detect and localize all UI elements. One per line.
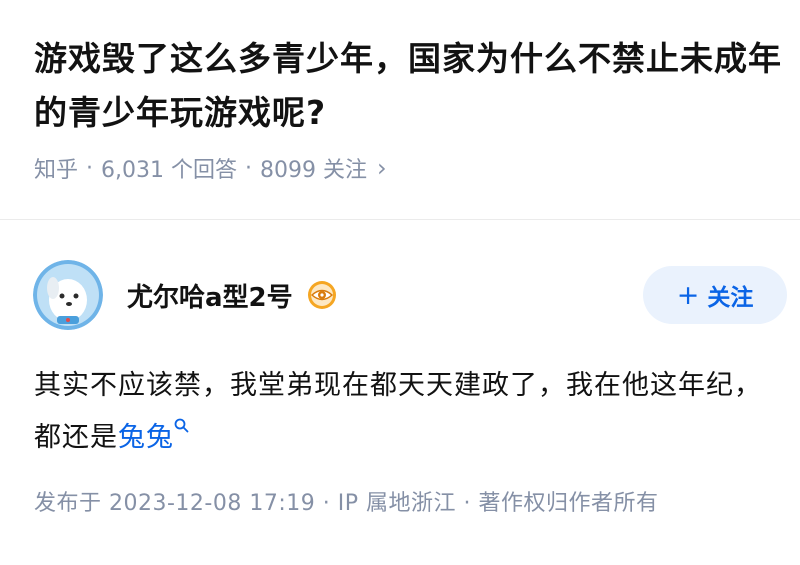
answer-content: 其实不应该禁，我堂弟现在都天天建政了，我在他这年纪，都还是兔兔 [34, 360, 774, 464]
plus-icon: + [676, 279, 700, 311]
answer-footer: 发布于 2023-12-08 17:19 · IP 属地浙江 · 著作权归作者所… [34, 491, 659, 516]
author-row: 尤尔哈a型2号 + 关注 [33, 260, 793, 330]
section-divider [0, 219, 800, 220]
source-label: 知乎 [34, 158, 79, 183]
answer-count: 6,031 个回答 [101, 158, 237, 183]
keyword-search-link[interactable]: 兔兔 [118, 422, 174, 453]
follow-label: 关注 [707, 285, 754, 311]
meta-separator: · [86, 155, 94, 181]
follow-button[interactable]: + 关注 [643, 266, 787, 324]
author-name[interactable]: 尤尔哈a型2号 [127, 277, 293, 314]
cartoon-dog-avatar-icon [33, 260, 103, 330]
avatar[interactable] [33, 260, 103, 330]
question-title[interactable]: 游戏毁了这么多青少年，国家为什么不禁止未成年的青少年玩游戏呢? [34, 32, 794, 140]
question-header: 游戏毁了这么多青少年，国家为什么不禁止未成年的青少年玩游戏呢? 知乎 · 6,0… [34, 32, 794, 184]
question-meta[interactable]: 知乎 · 6,031 个回答 · 8099 关注 › [34, 152, 794, 184]
follower-count: 8099 关注 [260, 158, 367, 183]
search-icon[interactable] [174, 418, 189, 433]
eye-badge-icon[interactable] [307, 280, 337, 310]
meta-separator: · [245, 155, 252, 181]
zhihu-answer-page: 游戏毁了这么多青少年，国家为什么不禁止未成年的青少年玩游戏呢? 知乎 · 6,0… [0, 0, 800, 565]
chevron-right-icon: › [376, 154, 387, 182]
